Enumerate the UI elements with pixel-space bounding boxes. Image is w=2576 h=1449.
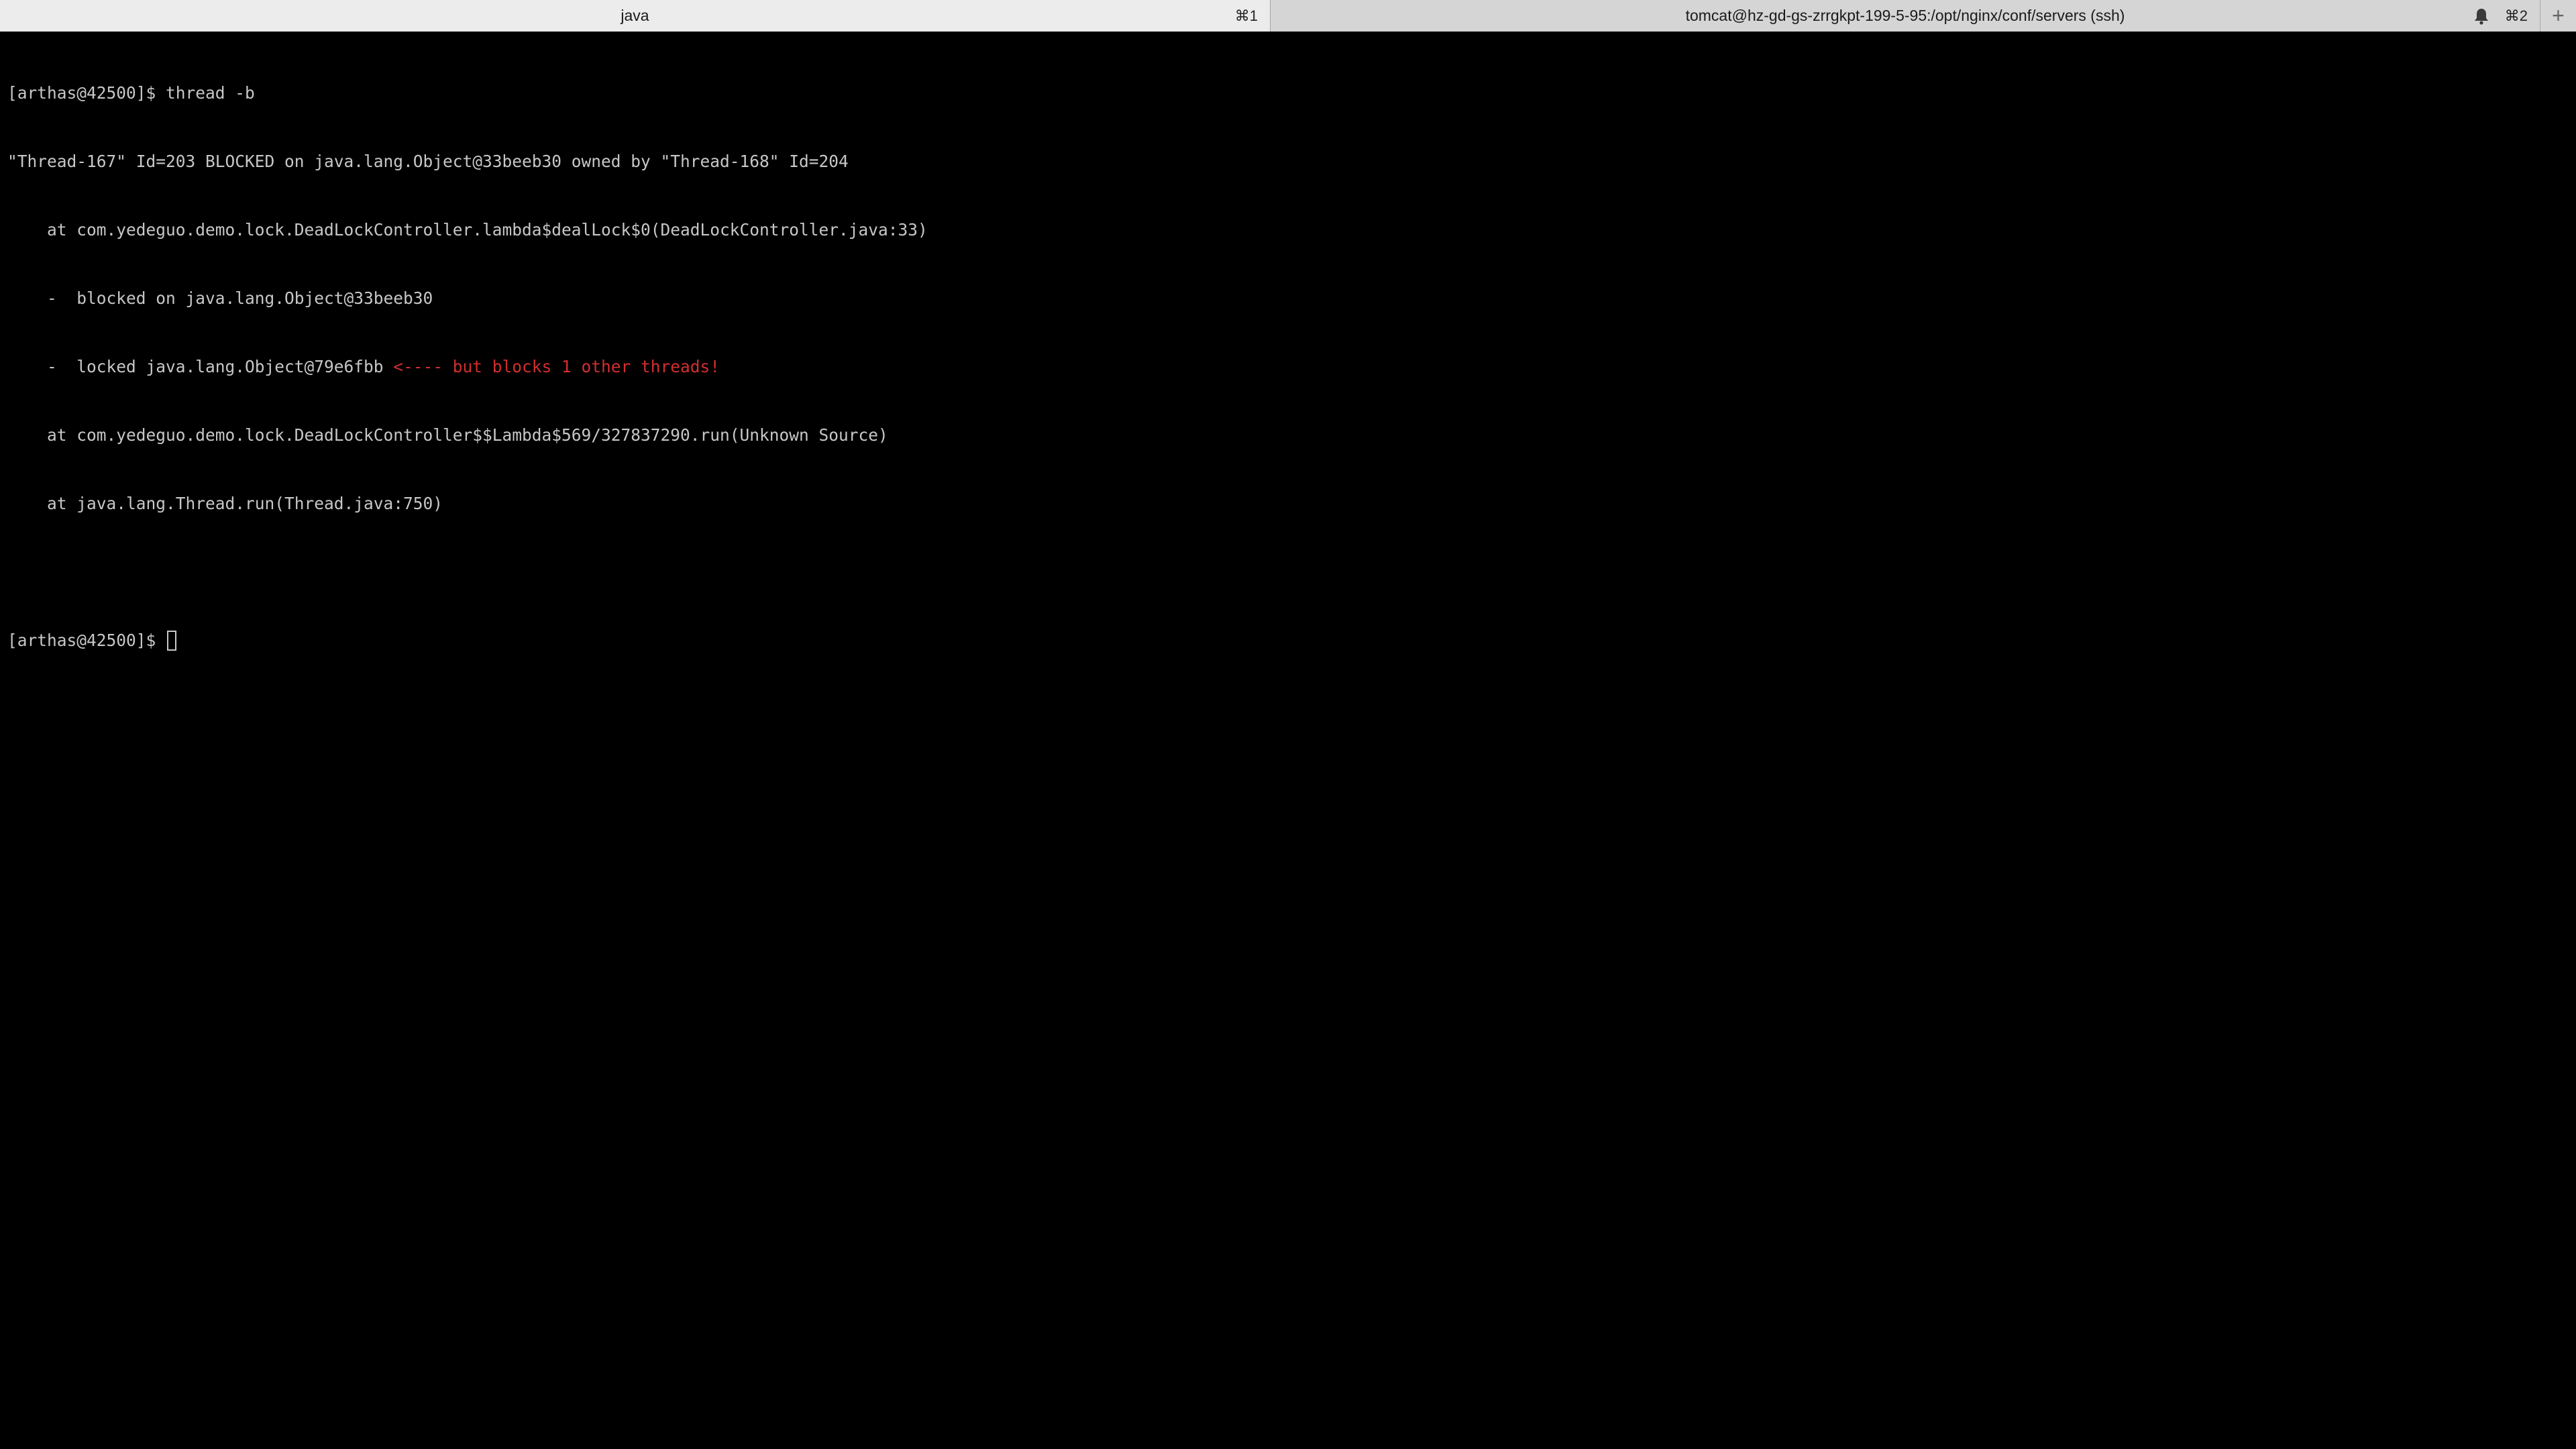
terminal-line: - blocked on java.lang.Object@33beeb30	[7, 288, 433, 308]
tab-title: java	[621, 7, 649, 24]
terminal-line: [arthas@42500]$ thread -b	[7, 83, 255, 103]
plus-icon: +	[2552, 3, 2565, 28]
tab-title: tomcat@hz-gd-gs-zrrgkpt-199-5-95:/opt/ng…	[1685, 7, 2125, 24]
terminal-line: at com.yedeguo.demo.lock.DeadLockControl…	[7, 220, 928, 239]
text-cursor	[167, 631, 177, 651]
terminal-line: at java.lang.Thread.run(Thread.java:750)	[7, 494, 443, 513]
terminal-prompt-line[interactable]: [arthas@42500]$	[7, 629, 2576, 652]
tab-shortcut: ⌘1	[1234, 7, 1258, 24]
tab-bar: java ⌘1 tomcat@hz-gd-gs-zrrgkpt-199-5-95…	[0, 0, 2576, 32]
bell-icon	[2475, 9, 2488, 25]
shell-prompt: [arthas@42500]$	[7, 631, 166, 650]
terminal-output[interactable]: [arthas@42500]$ thread -b "Thread-167" I…	[0, 32, 2576, 1449]
tab-ssh[interactable]: tomcat@hz-gd-gs-zrrgkpt-199-5-95:/opt/ng…	[1270, 0, 2540, 32]
terminal-line: "Thread-167" Id=203 BLOCKED on java.lang…	[7, 152, 849, 171]
tab-java[interactable]: java ⌘1	[0, 0, 1270, 32]
deadlock-warning: <---- but blocks 1 other threads!	[393, 357, 720, 376]
terminal-line: - locked java.lang.Object@79e6fbb <---- …	[7, 357, 720, 376]
tab-shortcut: ⌘2	[2504, 7, 2528, 24]
new-tab-button[interactable]: +	[2540, 0, 2576, 32]
terminal-line: at com.yedeguo.demo.lock.DeadLockControl…	[7, 425, 888, 445]
